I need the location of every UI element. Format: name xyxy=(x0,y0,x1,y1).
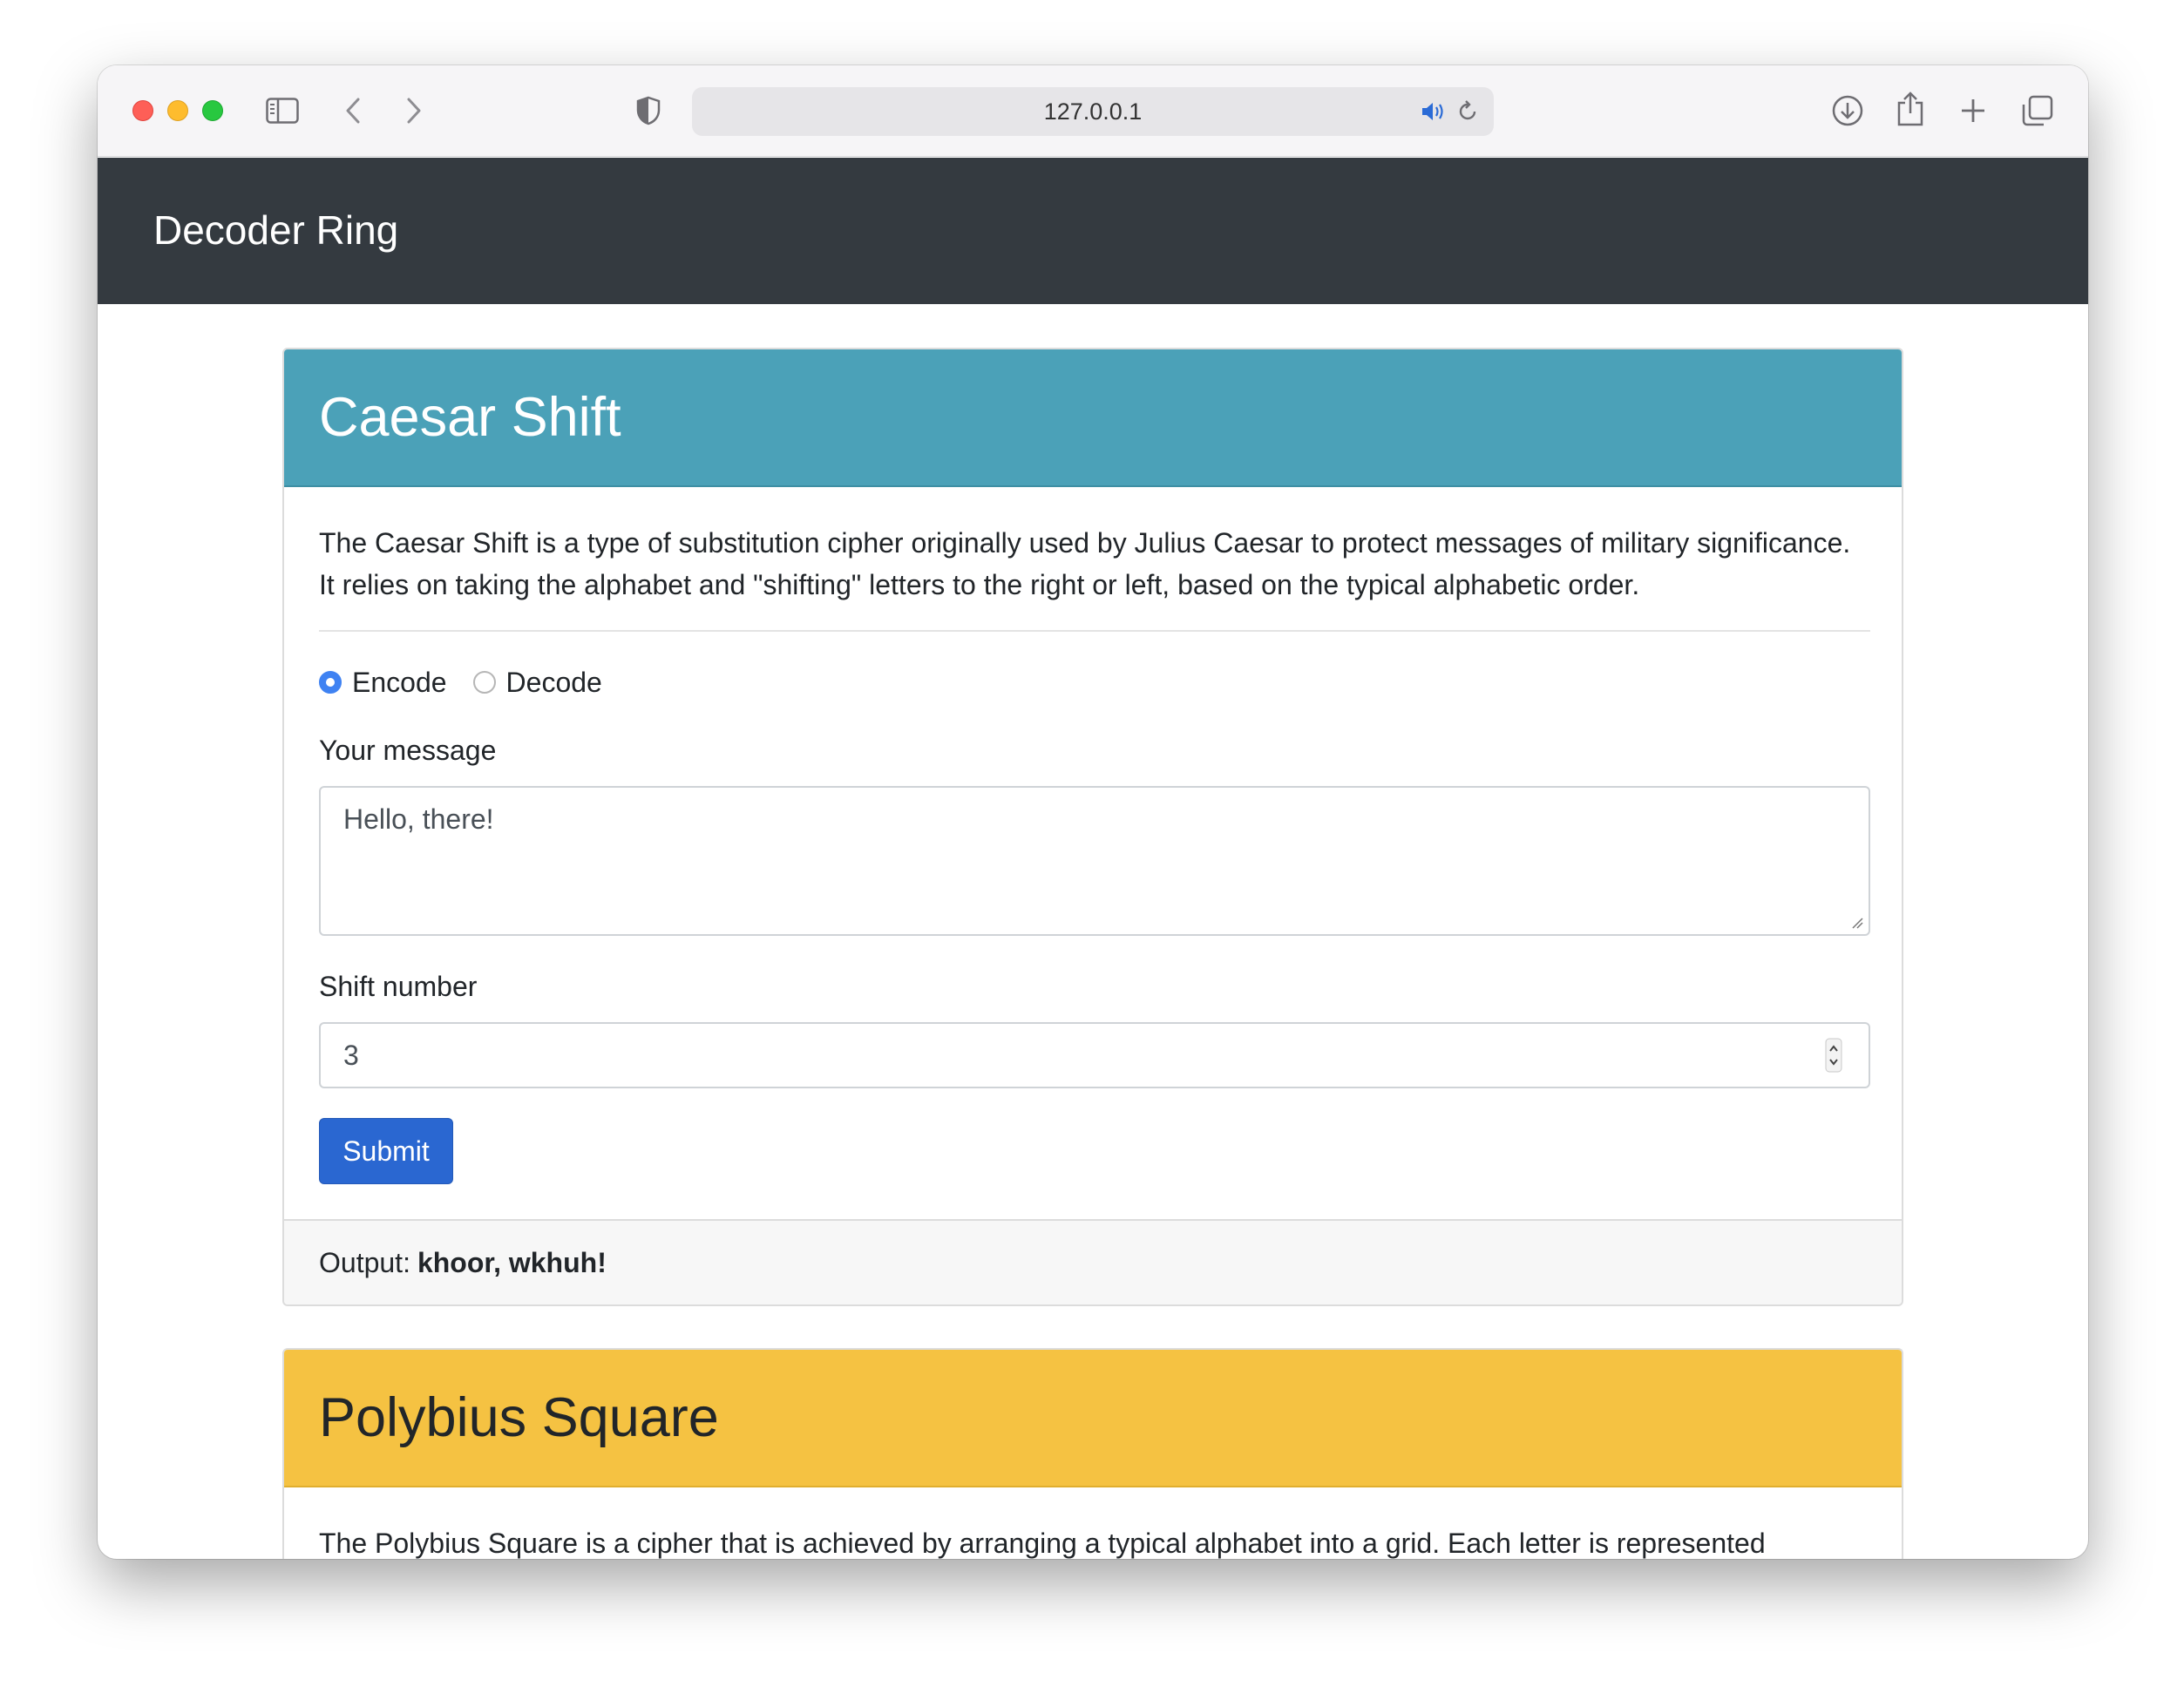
sidebar-icon[interactable] xyxy=(265,95,300,126)
message-text[interactable]: Hello, there! xyxy=(343,803,494,835)
caesar-output: Output: khoor, wkhuh! xyxy=(284,1219,1902,1304)
stepper-arrows-icon[interactable] xyxy=(1825,1038,1842,1073)
number-stepper[interactable] xyxy=(1823,1038,1844,1073)
browser-window: 127.0.0.1 Decoder Ring Caesar Shift The … xyxy=(98,65,2088,1559)
message-label: Your message xyxy=(319,735,497,766)
encode-radio-button[interactable] xyxy=(319,671,342,694)
browser-toolbar: 127.0.0.1 xyxy=(98,65,2088,157)
tab-overview-icon[interactable] xyxy=(2020,93,2055,128)
caesar-shift-title: Caesar Shift xyxy=(284,349,1902,487)
resize-grip-icon[interactable] xyxy=(1851,917,1863,929)
caesar-shift-description: The Caesar Shift is a type of substituti… xyxy=(319,527,1851,600)
site-navbar: Decoder Ring xyxy=(98,158,2088,304)
page-content: Caesar Shift The Caesar Shift is a type … xyxy=(98,304,2088,1559)
divider xyxy=(319,630,1870,632)
mode-radio-group: Encode Decode xyxy=(319,665,1867,700)
shield-icon[interactable] xyxy=(634,95,662,126)
zoom-window-button[interactable] xyxy=(202,100,223,121)
close-window-button[interactable] xyxy=(132,100,153,121)
caesar-shift-body: The Caesar Shift is a type of substituti… xyxy=(284,487,1902,1184)
decode-radio-button[interactable] xyxy=(472,671,496,694)
shift-number-input[interactable]: 3 xyxy=(319,1022,1870,1088)
polybius-square-body: The Polybius Square is a cipher that is … xyxy=(284,1487,1902,1559)
output-label: Output: xyxy=(319,1246,410,1278)
message-textarea[interactable]: Hello, there! xyxy=(319,786,1870,936)
decode-radio-label[interactable]: Decode xyxy=(506,667,602,699)
output-value: khoor, wkhuh! xyxy=(417,1246,607,1278)
shift-number-value[interactable]: 3 xyxy=(343,1024,359,1087)
shift-label: Shift number xyxy=(319,971,478,1002)
navbar-brand[interactable]: Decoder Ring xyxy=(153,158,398,304)
reload-icon[interactable] xyxy=(1455,99,1480,124)
forward-arrow-icon[interactable] xyxy=(401,95,427,126)
address-bar[interactable]: 127.0.0.1 xyxy=(692,87,1494,136)
encode-radio-label[interactable]: Encode xyxy=(352,667,447,699)
url-text[interactable]: 127.0.0.1 xyxy=(692,87,1494,136)
new-tab-icon[interactable] xyxy=(1957,95,1989,126)
share-icon[interactable] xyxy=(1895,90,1926,128)
decode-radio[interactable]: Decode xyxy=(472,667,602,699)
caesar-shift-card: Caesar Shift The Caesar Shift is a type … xyxy=(282,348,1903,1306)
polybius-square-title: Polybius Square xyxy=(284,1350,1902,1487)
minimize-window-button[interactable] xyxy=(167,100,188,121)
speaker-icon[interactable] xyxy=(1421,99,1447,124)
submit-button[interactable]: Submit xyxy=(319,1118,453,1184)
screenshot-stage: 127.0.0.1 Decoder Ring Caesar Shift The … xyxy=(0,0,2184,1687)
download-icon[interactable] xyxy=(1830,93,1865,128)
back-arrow-icon[interactable] xyxy=(340,95,366,126)
polybius-square-description: The Polybius Square is a cipher that is … xyxy=(319,1528,1766,1559)
polybius-square-card: Polybius Square The Polybius Square is a… xyxy=(282,1348,1903,1559)
encode-radio[interactable]: Encode xyxy=(319,667,447,699)
